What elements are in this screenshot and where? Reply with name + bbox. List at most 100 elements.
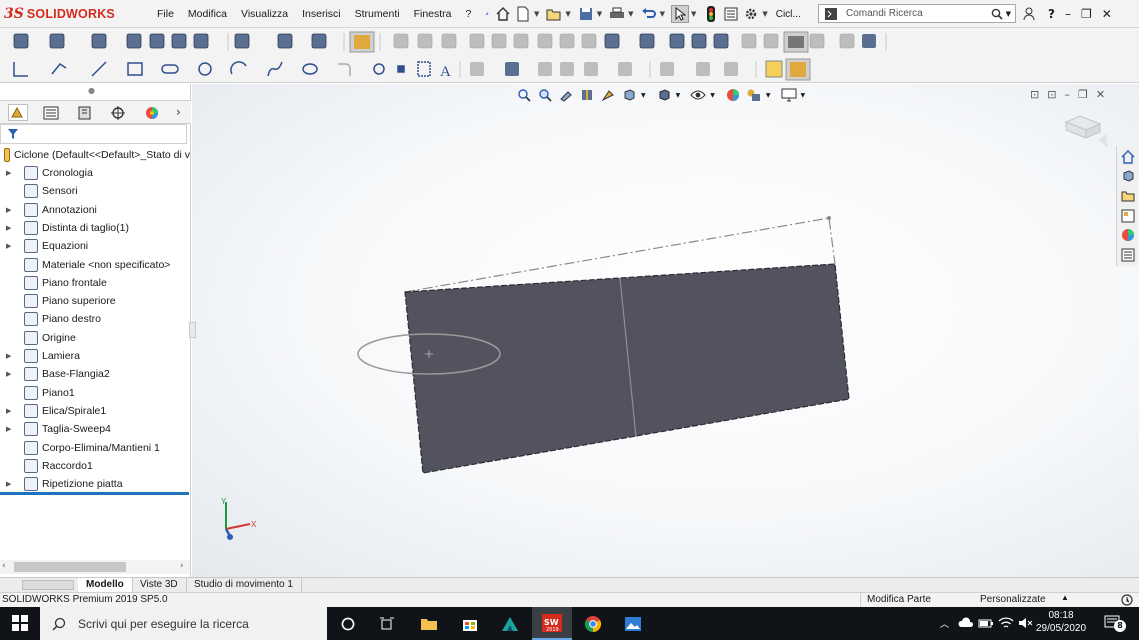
tab-modello[interactable]: Modello: [78, 578, 133, 593]
menu-strumenti[interactable]: Strumenti: [348, 8, 407, 20]
open-dropdown-icon[interactable]: ▼: [565, 10, 570, 18]
chrome-icon[interactable]: [573, 607, 613, 640]
menu-inserisci[interactable]: Inserisci: [295, 8, 348, 20]
dynamic-annotation-icon[interactable]: [599, 86, 617, 104]
print-icon[interactable]: [608, 5, 626, 23]
tree-item-ripetizione-piatta[interactable]: ▶ Ripetizione piatta: [0, 475, 190, 493]
menu-modifica[interactable]: Modifica: [181, 8, 234, 20]
design-library-icon[interactable]: [1119, 167, 1137, 185]
display-style-dropdown-icon[interactable]: ▼: [676, 92, 681, 99]
tree-item-piano-frontale[interactable]: Piano frontale: [0, 274, 190, 292]
filter-icon[interactable]: [4, 125, 22, 143]
undo-dropdown-icon[interactable]: ▼: [660, 10, 665, 18]
battery-icon[interactable]: [977, 614, 995, 632]
tree-item-taglia-sweep4[interactable]: ▶ Taglia-Sweep4: [0, 420, 190, 438]
expand-arrow-icon[interactable]: ▶: [6, 224, 16, 232]
units-dropdown-icon[interactable]: ▲: [1061, 593, 1069, 602]
options-gear-icon[interactable]: [742, 5, 760, 23]
view-cube-indicator[interactable]: [1062, 112, 1114, 152]
menu-visualizza[interactable]: Visualizza: [234, 8, 295, 20]
new-dropdown-icon[interactable]: ▼: [534, 10, 539, 18]
tree-item-annotazioni[interactable]: ▶ Annotazioni: [0, 201, 190, 219]
document-name[interactable]: Cicl...: [776, 9, 801, 20]
solidworks-logo[interactable]: 3S SOLIDWORKS: [4, 4, 115, 24]
onedrive-icon[interactable]: [957, 614, 975, 632]
tree-item-equazioni[interactable]: ▶ Equazioni: [0, 237, 190, 255]
units-status[interactable]: Personalizzate: [980, 594, 1046, 605]
expand-arrow-icon[interactable]: ▶: [6, 370, 16, 378]
search-input[interactable]: Comandi Ricerca: [846, 8, 988, 19]
new-document-icon[interactable]: [514, 5, 532, 23]
wifi-icon[interactable]: [997, 614, 1015, 632]
windows-search-box[interactable]: Scrivi qui per eseguire la ricerca: [40, 607, 327, 640]
tree-item-piano-superiore[interactable]: Piano superiore: [0, 292, 190, 310]
system-clock[interactable]: 08:18 29/05/2020: [1036, 609, 1086, 635]
photos-icon[interactable]: [613, 607, 653, 640]
restore-icon[interactable]: ❐: [1081, 7, 1092, 21]
solidworks-resources-icon[interactable]: [1119, 148, 1137, 166]
file-properties-icon[interactable]: [722, 5, 740, 23]
viewport-next-icon[interactable]: ⊡: [1047, 88, 1056, 101]
apply-scene-icon[interactable]: [745, 86, 763, 104]
tree-item-distinta-di-taglio-1[interactable]: ▶ Distinta di taglio(1): [0, 219, 190, 237]
select-icon[interactable]: [670, 5, 689, 23]
viewport-close-icon[interactable]: ✕: [1096, 88, 1105, 101]
tray-expand-icon[interactable]: ︿: [940, 617, 949, 630]
tabs-scroll-right-icon[interactable]: ›: [176, 105, 181, 119]
hide-show-icon[interactable]: [689, 86, 707, 104]
windows-start-icon[interactable]: [11, 614, 29, 632]
view-palette-icon[interactable]: [1119, 207, 1137, 225]
tab-dimxpert-icon[interactable]: [109, 104, 127, 122]
tab-studio-di-movimento[interactable]: Studio di movimento 1: [186, 578, 302, 593]
tab-featuremanager[interactable]: [8, 104, 28, 121]
open-icon[interactable]: [545, 5, 563, 23]
tree-item-materiale-non-specificato[interactable]: Materiale <non specificato>: [0, 256, 190, 274]
viewport-restore-icon[interactable]: ❐: [1078, 88, 1088, 101]
tree-item-elica-spirale1[interactable]: ▶ Elica/Spirale1: [0, 402, 190, 420]
tree-item-sensori[interactable]: Sensori: [0, 182, 190, 200]
expand-arrow-icon[interactable]: ▶: [6, 480, 16, 488]
tab-configurationmanager-icon[interactable]: [76, 104, 94, 122]
zoom-area-icon[interactable]: [536, 86, 554, 104]
help-button[interactable]: ?: [1048, 7, 1055, 21]
expand-arrow-icon[interactable]: ▶: [6, 352, 16, 360]
hide-show-dropdown-icon[interactable]: ▼: [710, 92, 715, 99]
cortana-icon[interactable]: [328, 607, 368, 640]
scroll-right-icon[interactable]: ›: [180, 561, 184, 571]
appearances-icon[interactable]: [1119, 226, 1137, 244]
custom-properties-icon[interactable]: [1119, 246, 1137, 264]
command-search-box[interactable]: Comandi Ricerca ▼: [818, 4, 1016, 23]
store-icon[interactable]: [450, 607, 490, 640]
search-dropdown-icon[interactable]: ▼: [1006, 10, 1011, 18]
tree-item-base-flangia2[interactable]: ▶ Base-Flangia2: [0, 365, 190, 383]
select-dropdown-icon[interactable]: ▼: [691, 10, 696, 18]
autodesk-icon[interactable]: [490, 607, 530, 640]
view-orientation-dropdown-icon[interactable]: ▼: [641, 92, 646, 99]
home-icon[interactable]: [494, 5, 512, 23]
user-icon[interactable]: [1020, 5, 1038, 23]
apply-scene-dropdown-icon[interactable]: ▼: [766, 92, 771, 99]
rollback-bar[interactable]: [0, 492, 189, 495]
save-icon[interactable]: [577, 5, 595, 23]
menu-file[interactable]: File: [150, 8, 181, 20]
search-icon[interactable]: [988, 5, 1006, 23]
tree-item-piano-destro[interactable]: Piano destro: [0, 310, 190, 328]
options-dropdown-icon[interactable]: ▼: [762, 10, 767, 18]
expand-arrow-icon[interactable]: ▶: [6, 169, 16, 177]
save-dropdown-icon[interactable]: ▼: [597, 10, 602, 18]
volume-muted-icon[interactable]: [1016, 614, 1034, 632]
solidworks-taskbar-icon[interactable]: SW 2019: [532, 607, 572, 640]
expand-arrow-icon[interactable]: ▶: [6, 425, 16, 433]
tree-item-lamiera[interactable]: ▶ Lamiera: [0, 347, 190, 365]
display-style-icon[interactable]: [655, 86, 673, 104]
previous-view-icon[interactable]: [557, 86, 575, 104]
scroll-thumb[interactable]: [14, 562, 126, 572]
tree-item-origine[interactable]: Origine: [0, 329, 190, 347]
print-dropdown-icon[interactable]: ▼: [628, 10, 633, 18]
edit-appearance-icon[interactable]: [724, 86, 742, 104]
view-orientation-icon[interactable]: [620, 86, 638, 104]
viewport-minimize-icon[interactable]: –: [1064, 88, 1070, 101]
traffic-light-icon[interactable]: [702, 5, 720, 23]
file-explorer-taskbar-icon[interactable]: [409, 607, 449, 640]
features-toolbar-icons[interactable]: [0, 28, 1139, 56]
